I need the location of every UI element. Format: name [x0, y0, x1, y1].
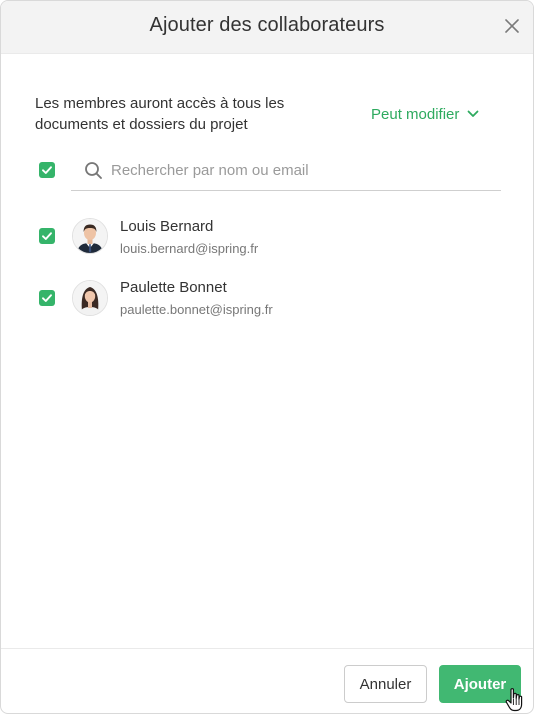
checkmark-icon [42, 294, 52, 302]
hand-pointer-icon [505, 688, 523, 712]
avatar [72, 218, 108, 254]
female-avatar-portrait [73, 281, 107, 315]
cancel-button[interactable]: Annuler [344, 665, 427, 703]
chevron-down-icon [467, 110, 479, 117]
close-icon [505, 19, 519, 33]
add-collaborators-dialog: Ajouter des collaborateurs Les membres a… [0, 0, 534, 714]
avatar [72, 280, 108, 316]
permission-dropdown[interactable]: Peut modifier [371, 104, 479, 124]
search-input[interactable] [111, 159, 491, 181]
search-icon [85, 162, 102, 179]
dialog-title: Ajouter des collaborateurs [149, 14, 385, 36]
member-name: Paulette Bonnet [120, 279, 227, 296]
dialog-header: Ajouter des collaborateurs [1, 1, 533, 54]
member-email: louis.bernard@ispring.fr [120, 241, 259, 256]
access-description: Les membres auront accès à tous les docu… [35, 95, 285, 133]
dialog-footer: Annuler Ajouter [1, 648, 533, 713]
male-avatar-portrait [73, 219, 107, 253]
search-field [71, 151, 501, 191]
member-email: paulette.bonnet@ispring.fr [120, 302, 273, 317]
member-name: Louis Bernard [120, 218, 214, 235]
member-checkbox[interactable] [39, 228, 55, 244]
close-button[interactable] [499, 13, 525, 39]
checkmark-icon [42, 166, 52, 174]
permission-selected-label: Peut modifier [371, 105, 460, 123]
select-all-checkbox[interactable] [39, 162, 55, 178]
checkmark-icon [42, 232, 52, 240]
member-checkbox[interactable] [39, 290, 55, 306]
